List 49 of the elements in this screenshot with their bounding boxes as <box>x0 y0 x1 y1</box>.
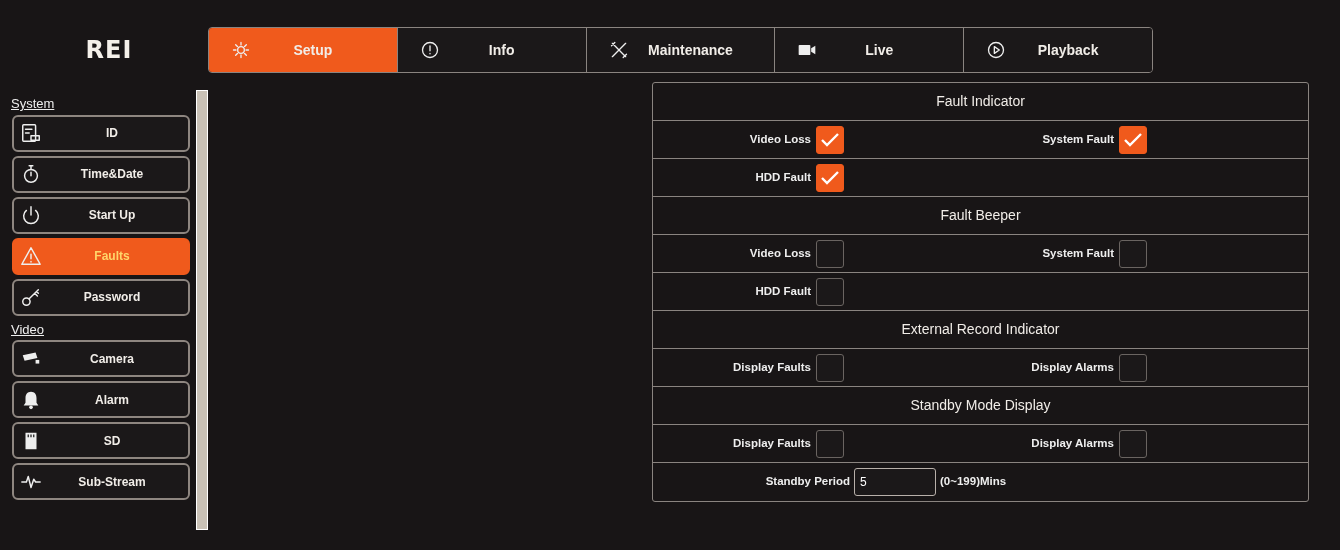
standby-period-field[interactable]: 5 <box>854 468 936 496</box>
checkbox-label: HDD Fault <box>755 169 811 185</box>
checkbox[interactable] <box>816 239 844 268</box>
field-label: Standby Period <box>765 474 850 490</box>
menu-item[interactable]: Alarm <box>12 381 190 418</box>
group-heading: Video <box>11 320 45 339</box>
checkmark-icon <box>1123 131 1143 148</box>
checkbox[interactable] <box>1119 353 1147 382</box>
group-heading: System <box>11 95 56 113</box>
checkbox-label: Display Alarms <box>1031 435 1114 451</box>
menu-item[interactable]: ID <box>12 114 190 152</box>
menu-item[interactable]: Start Up <box>12 196 190 234</box>
checkbox[interactable] <box>1119 429 1147 458</box>
section-title: Fault Indicator <box>936 92 1025 111</box>
menu-item[interactable]: Password <box>12 278 190 316</box>
checkbox[interactable] <box>1119 125 1147 154</box>
checkbox[interactable] <box>1119 239 1147 268</box>
tools-icon <box>608 40 629 60</box>
menu-item[interactable]: SD <box>12 422 190 459</box>
logo: REI <box>84 35 134 66</box>
section-title: Standby Mode Display <box>910 396 1051 415</box>
section-title: Fault Beeper <box>940 206 1021 225</box>
checkbox-label: Video Loss <box>749 245 811 261</box>
info-icon <box>419 40 440 60</box>
menu-item[interactable]: Camera <box>12 340 190 377</box>
checkbox-label: System Fault <box>1042 131 1114 147</box>
menu-item[interactable]: Time&Date <box>12 155 190 193</box>
play-icon <box>986 40 1007 60</box>
range-hint: (0~199)Mins <box>940 474 1007 490</box>
checkbox-label: System Fault <box>1042 245 1114 261</box>
checkbox-label: HDD Fault <box>755 283 811 299</box>
key-icon <box>20 286 42 308</box>
checkbox-label: Video Loss <box>749 131 811 147</box>
warning-icon <box>20 245 42 267</box>
scrollbar[interactable] <box>196 90 208 530</box>
checkmark-icon <box>820 169 840 186</box>
checkbox-label: Display Faults <box>733 435 811 451</box>
checkbox-label: Display Alarms <box>1031 359 1114 375</box>
menu-item[interactable]: Sub-Stream <box>12 463 190 500</box>
checkbox[interactable] <box>816 353 844 382</box>
checkbox[interactable] <box>816 429 844 458</box>
power-icon <box>20 204 42 226</box>
checkbox-label: Display Faults <box>733 359 811 375</box>
checkmark-icon <box>820 131 840 148</box>
section-title: External Record Indicator <box>901 320 1060 339</box>
id-card-icon <box>20 122 42 144</box>
checkbox[interactable] <box>816 277 844 306</box>
checkbox[interactable] <box>816 163 844 192</box>
checkbox[interactable] <box>816 125 844 154</box>
